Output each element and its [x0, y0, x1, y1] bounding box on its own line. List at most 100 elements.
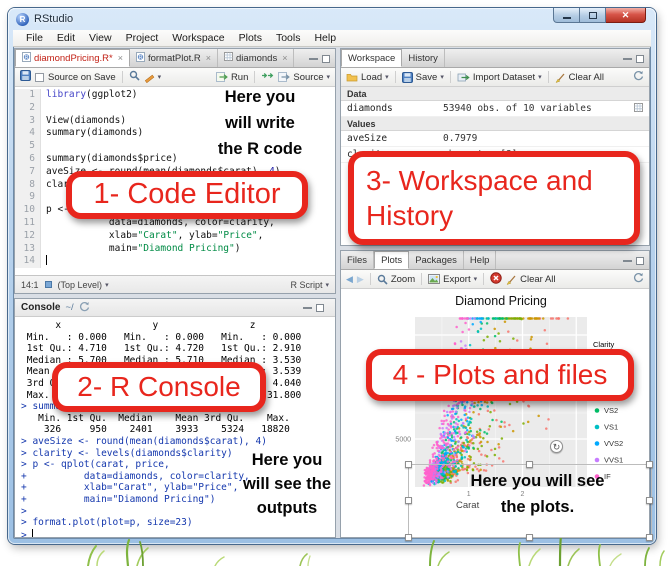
rstudio-logo-icon: R [16, 13, 29, 26]
remove-plot-icon[interactable] [490, 272, 502, 287]
workspace-tab-bar: WorkspaceHistory [341, 49, 649, 68]
view-data-icon[interactable] [634, 103, 643, 115]
tab-history[interactable]: History [402, 49, 445, 67]
menu-plots[interactable]: Plots [232, 31, 269, 45]
plots-tabs: Files Plots PackagesHelp [341, 251, 496, 269]
next-plot-icon[interactable]: ▶ [357, 274, 364, 285]
resize-handle[interactable] [646, 534, 653, 541]
clear-all-plots-button[interactable]: Clear All [506, 274, 555, 285]
search-icon[interactable] [129, 70, 140, 84]
import-dataset-button[interactable]: Import Dataset▾ [457, 72, 542, 83]
menu-help[interactable]: Help [307, 31, 343, 45]
resize-handle[interactable] [405, 497, 412, 504]
line-number: 10 [15, 204, 41, 217]
resize-handle[interactable] [526, 534, 533, 541]
zoom-plot-button[interactable]: Zoom [377, 274, 415, 285]
scope-selector[interactable]: (Top Level)▾ [58, 280, 109, 290]
console-line: > aveSize <- round(mean(diamonds$carat),… [21, 436, 335, 448]
run-button[interactable]: Run [216, 72, 248, 83]
pane-maximize-icon[interactable] [636, 257, 644, 265]
code-line: 12 xlab="Carat", ylab="Price", [15, 230, 335, 243]
tab-help[interactable]: Help [464, 251, 497, 269]
pane-maximize-icon[interactable] [316, 304, 324, 312]
annotation-note-plots: Here you will seethe plots. [430, 468, 645, 520]
svg-text:VS2: VS2 [604, 406, 618, 415]
close-button[interactable]: ✕ [606, 8, 646, 23]
pencil-icon [145, 75, 154, 83]
refresh-icon[interactable] [633, 272, 644, 286]
clear-all-button[interactable]: Clear All [555, 72, 604, 83]
broom-icon [555, 72, 566, 83]
tab-label: Plots [381, 255, 402, 266]
code-tools-button[interactable]: ▾ [144, 72, 162, 83]
tab-plots[interactable]: Plots [374, 251, 409, 269]
pane-minimize-icon[interactable] [623, 260, 632, 262]
magnifier-icon [377, 274, 388, 285]
minimize-button[interactable] [553, 8, 580, 23]
resize-handle[interactable] [646, 497, 653, 504]
save-icon[interactable] [20, 70, 31, 84]
broom-icon [506, 274, 517, 285]
console-caret [32, 529, 33, 537]
annotation-note-console: Here youwill see theoutputs [218, 448, 356, 520]
svg-text:Clarity: Clarity [593, 340, 615, 349]
callout-workspace-history: 3- Workspace and History [348, 151, 640, 245]
grass-background [0, 536, 668, 566]
menu-workspace[interactable]: Workspace [165, 31, 231, 45]
callout-plots-files: 4 - Plots and files [366, 349, 634, 401]
pane-maximize-icon[interactable] [322, 55, 330, 63]
pane-minimize-icon[interactable] [303, 307, 312, 309]
svg-text:R: R [25, 55, 29, 61]
save-workspace-button[interactable]: Save▾ [402, 72, 444, 83]
history-arrow-icon[interactable] [79, 299, 90, 317]
console-line: 326 950 2401 3933 5324 18820 [21, 424, 335, 436]
maximize-button[interactable] [580, 8, 606, 23]
menu-tools[interactable]: Tools [269, 31, 308, 45]
workspace-toolbar: Load▾ Save▾ Import Dataset▾ Clear All [341, 68, 649, 87]
tab-formatplot-r[interactable]: RformatPlot.R× [130, 49, 218, 67]
tab-diamonds[interactable]: diamonds× [218, 49, 294, 67]
source-on-save-checkbox[interactable] [35, 73, 44, 82]
line-number: 9 [15, 191, 41, 204]
tab-workspace[interactable]: Workspace [341, 49, 402, 67]
console-line: Min. 1st Qu. Median Mean 3rd Qu. Max. [21, 413, 335, 425]
refresh-icon[interactable] [633, 70, 644, 84]
tab-packages[interactable]: Packages [409, 251, 464, 269]
workspace-object-aveSize[interactable]: aveSize0.7979 [341, 131, 649, 147]
close-tab-icon[interactable]: × [118, 53, 123, 63]
workspace-object-diamonds[interactable]: diamonds53940 obs. of 10 variables [341, 101, 649, 117]
file-type-selector[interactable]: R Script▾ [290, 280, 329, 290]
resize-handle[interactable] [405, 534, 412, 541]
close-tab-icon[interactable]: × [282, 53, 287, 63]
pane-maximize-icon[interactable] [636, 55, 644, 63]
export-plot-button[interactable]: Export▾ [428, 274, 477, 285]
resize-handle[interactable] [526, 461, 533, 468]
plots-toolbar: ◀ ▶ Zoom Export▾ Clear All [341, 270, 649, 289]
load-workspace-button[interactable]: Load▾ [346, 72, 389, 83]
line-number: 7 [15, 166, 41, 179]
screenshot-root: R RStudio ✕ FileEditViewProjectWorkspace… [0, 0, 668, 566]
window-title: RStudio [34, 13, 73, 25]
menu-edit[interactable]: Edit [50, 31, 82, 45]
tab-diamondpricing-r-[interactable]: RdiamondPricing.R*× [15, 49, 130, 67]
previous-plot-icon[interactable]: ◀ [346, 274, 353, 285]
r-file-icon: R [136, 52, 145, 65]
folder-icon [346, 72, 358, 82]
tab-files[interactable]: Files [341, 251, 374, 269]
plots-tab-bar: Files Plots PackagesHelp [341, 251, 649, 270]
import-icon [457, 73, 470, 82]
resize-handle[interactable] [646, 461, 653, 468]
menu-view[interactable]: View [82, 31, 119, 45]
close-tab-icon[interactable]: × [206, 53, 211, 63]
source-button[interactable]: Source▾ [278, 72, 330, 83]
console-header: Console ~/ [15, 299, 335, 317]
menu-bar: FileEditViewProjectWorkspacePlotsToolsHe… [13, 30, 651, 47]
rotate-handle[interactable]: ↻ [550, 440, 563, 453]
menu-project[interactable]: Project [119, 31, 166, 45]
rerun-icon[interactable] [261, 71, 274, 83]
pane-minimize-icon[interactable] [623, 58, 632, 60]
line-number: 6 [15, 153, 41, 166]
menu-file[interactable]: File [19, 31, 50, 45]
pane-minimize-icon[interactable] [309, 58, 318, 60]
resize-handle[interactable] [405, 461, 412, 468]
